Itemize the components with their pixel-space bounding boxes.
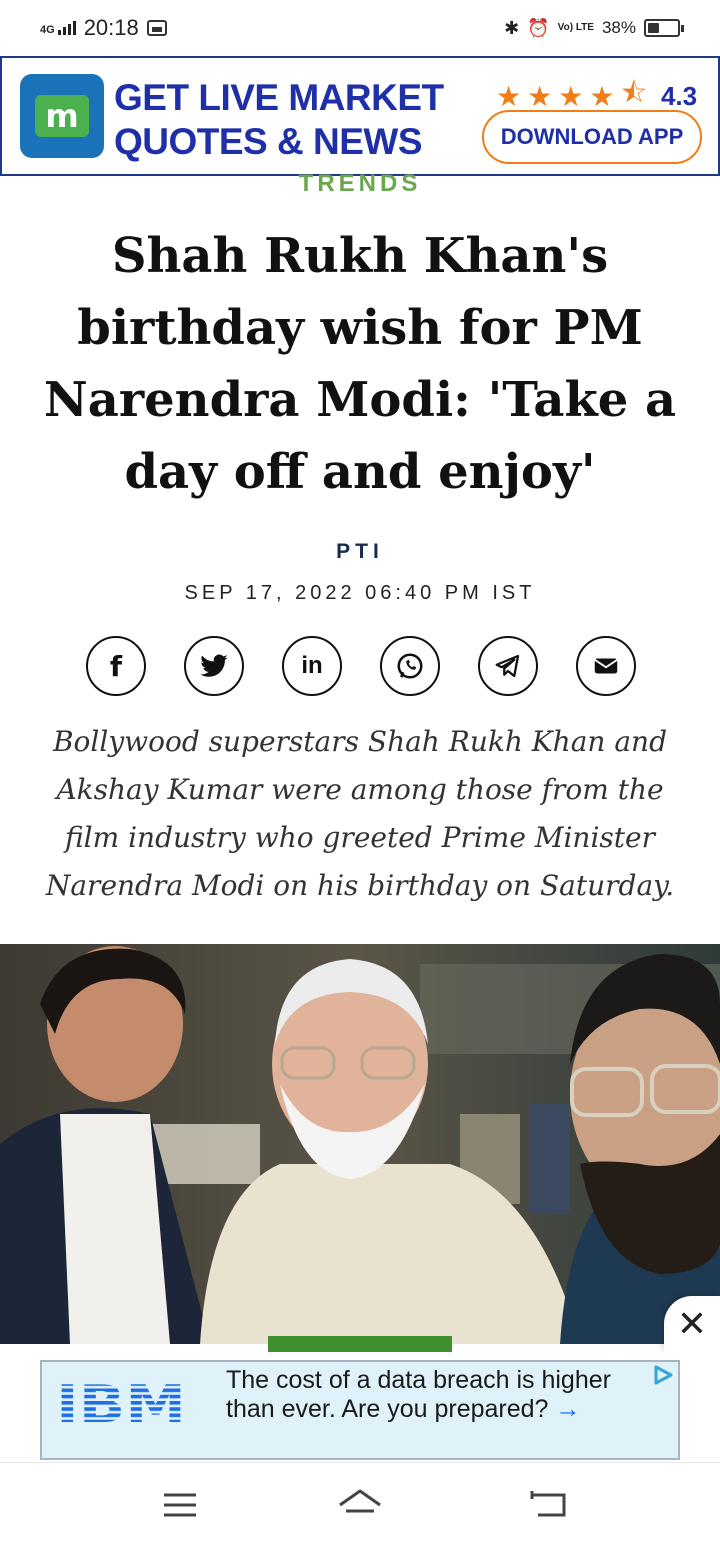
adchoices-icon[interactable] [650,1364,676,1386]
status-right: ✱ ⏰ Vo) LTE 38% [504,17,684,39]
twitter-share-button[interactable] [184,636,244,696]
article-summary: Bollywood superstars Shah Rukh Khan and … [45,725,675,902]
top-ad-banner[interactable]: m GET LIVE MARKET QUOTES & NEWS ★ ★ ★ ★ … [0,56,720,176]
linkedin-icon: in [301,652,323,679]
star-icon: ★ [558,80,584,112]
sim-card-icon [146,20,167,36]
battery-percent: 38% [601,18,636,37]
system-nav-bar [0,1462,720,1544]
article-title: Shah Rukh Khan's birthday wish for PM Na… [43,228,677,500]
telegram-icon [495,654,520,678]
article-photo[interactable] [0,944,720,1344]
whatsapp-share-button[interactable] [380,636,440,696]
ad-headline: GET LIVE MARKET QUOTES & NEWS [114,77,444,162]
home-button[interactable] [330,1483,390,1527]
star-icon: ★ [527,80,553,112]
ibm-logo-text: IBM [56,1376,186,1426]
status-bar: 4G 20:18 ✱ ⏰ Vo) LTE 38% [0,0,720,56]
facebook-share-button[interactable]: f [86,636,146,696]
ibm-logo: IBM [56,1376,186,1426]
status-left: 4G 20:18 [40,15,167,41]
status-time: 20:18 [83,15,139,40]
app-logo: m [20,74,104,158]
article-date: SEP 17, 2022 06:40 PM IST [184,582,536,604]
ad-copy-text: The cost of a data breach is higher than… [226,1366,611,1423]
linkedin-share-button[interactable]: in [282,636,342,696]
rating-value: 4.3 [660,80,698,111]
star-icon: ★ [589,80,615,112]
close-ad-button[interactable]: ✕ [664,1296,720,1352]
ad-copy[interactable]: The cost of a data breach is higher than… [226,1366,636,1424]
close-icon: ✕ [676,1303,708,1344]
alarm-icon: ⏰ [527,17,550,38]
volte-icon: Vo) LTE [557,22,594,33]
menu-button[interactable] [150,1483,210,1527]
email-share-button[interactable] [576,636,636,696]
email-icon [594,658,618,674]
twitter-icon [200,654,228,677]
share-row: f in [86,636,636,696]
download-app-button[interactable]: DOWNLOAD APP [482,110,702,164]
signal-icon: 4G [40,21,76,36]
arrow-right-icon: → [555,1395,581,1423]
home-icon [339,1489,381,1513]
telegram-share-button[interactable] [478,636,538,696]
back-button[interactable] [518,1483,578,1527]
whatsapp-icon [397,653,423,679]
menu-icon [164,1493,196,1517]
app-logo-letter: m [35,95,89,137]
article-category[interactable]: TRENDS [0,170,720,198]
star-icon: ★ [496,80,522,112]
article-author[interactable]: PTI [0,540,720,564]
battery-icon [644,19,684,37]
back-icon [530,1491,566,1517]
carousel-progress-indicator [268,1336,452,1352]
network-type: 4G [40,24,55,36]
bluetooth-icon: ✱ [504,17,520,38]
facebook-icon: f [109,649,123,683]
article-photo-illustration [0,944,720,1344]
